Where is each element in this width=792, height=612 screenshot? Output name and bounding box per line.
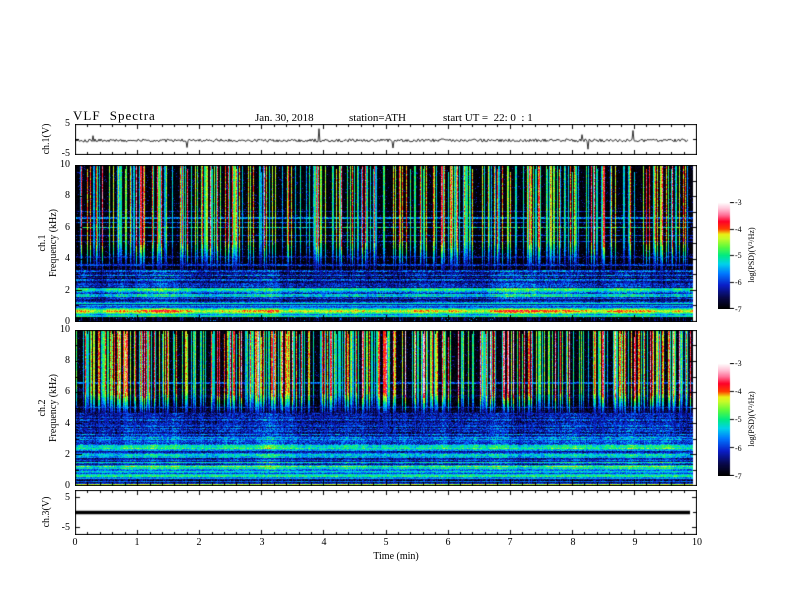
figure-station: station=ATH [349, 112, 406, 124]
figure-title: VLF Spectra [73, 108, 156, 123]
ch1-spec-ylabel-axis: Frequency (kHz) [48, 208, 59, 278]
spec1-ytick: 8 [65, 190, 70, 201]
x-tick-label: 2 [196, 537, 202, 548]
spec2-ytick: 8 [65, 355, 70, 366]
ch2-spectrogram-canvas [75, 330, 697, 486]
x-tick-label: 8 [570, 537, 576, 548]
x-tick-label: 4 [321, 537, 327, 548]
colorbar-tick-label: -5 [735, 415, 742, 424]
ch1-wave-ytick-max: 5 [65, 118, 70, 129]
x-tick-label: 7 [507, 537, 513, 548]
x-tick-label: 1 [134, 537, 140, 548]
figure-start-ut: start UT = 22: 0 : 1 [443, 112, 533, 124]
x-tick-label: 3 [259, 537, 265, 548]
ch1-spec-ylabel-channel: ch.1 [37, 234, 48, 252]
ch3-wave-ytick-min: -5 [61, 522, 70, 533]
colorbar-tick-label: -6 [735, 444, 742, 453]
figure-date: Jan. 30, 2018 [255, 112, 314, 124]
colorbar-tick-label: -7 [735, 472, 742, 481]
x-tick-label: 6 [445, 537, 451, 548]
spec2-ytick: 0 [65, 480, 70, 491]
ch3-wave-ytick-max: 5 [65, 492, 70, 503]
ch3-waveform-canvas [75, 490, 697, 535]
x-axis-title: Time (min) [373, 551, 419, 562]
spec1-ytick: 10 [60, 159, 70, 170]
ch2-spec-ylabel-channel: ch.2 [37, 399, 48, 417]
colorbar-tick-label: -4 [735, 225, 742, 234]
x-tick-label: 10 [692, 537, 702, 548]
x-tick-label: 9 [632, 537, 638, 548]
ch2-spec-ylabel-axis: Frequency (kHz) [48, 373, 59, 443]
spec2-ytick: 10 [60, 324, 70, 335]
colorbar-tick-label: -3 [735, 359, 742, 368]
colorbar-tick-label: -4 [735, 387, 742, 396]
colorbar-tick-label: -7 [735, 305, 742, 314]
ch1-spectrogram-canvas [75, 165, 697, 322]
x-tick-label: 5 [383, 537, 389, 548]
x-tick-label: 0 [72, 537, 78, 548]
ch1-waveform-canvas [75, 124, 697, 155]
spec2-ytick: 2 [65, 449, 70, 460]
spec1-ytick: 2 [65, 285, 70, 296]
vlf-spectra-figure: VLF Spectra Jan. 30, 2018 station=ATH st… [0, 0, 792, 612]
colorbar-tick-label: -6 [735, 278, 742, 287]
colorbar-tick-label: -5 [735, 251, 742, 260]
colorbar-tick-label: -3 [735, 198, 742, 207]
